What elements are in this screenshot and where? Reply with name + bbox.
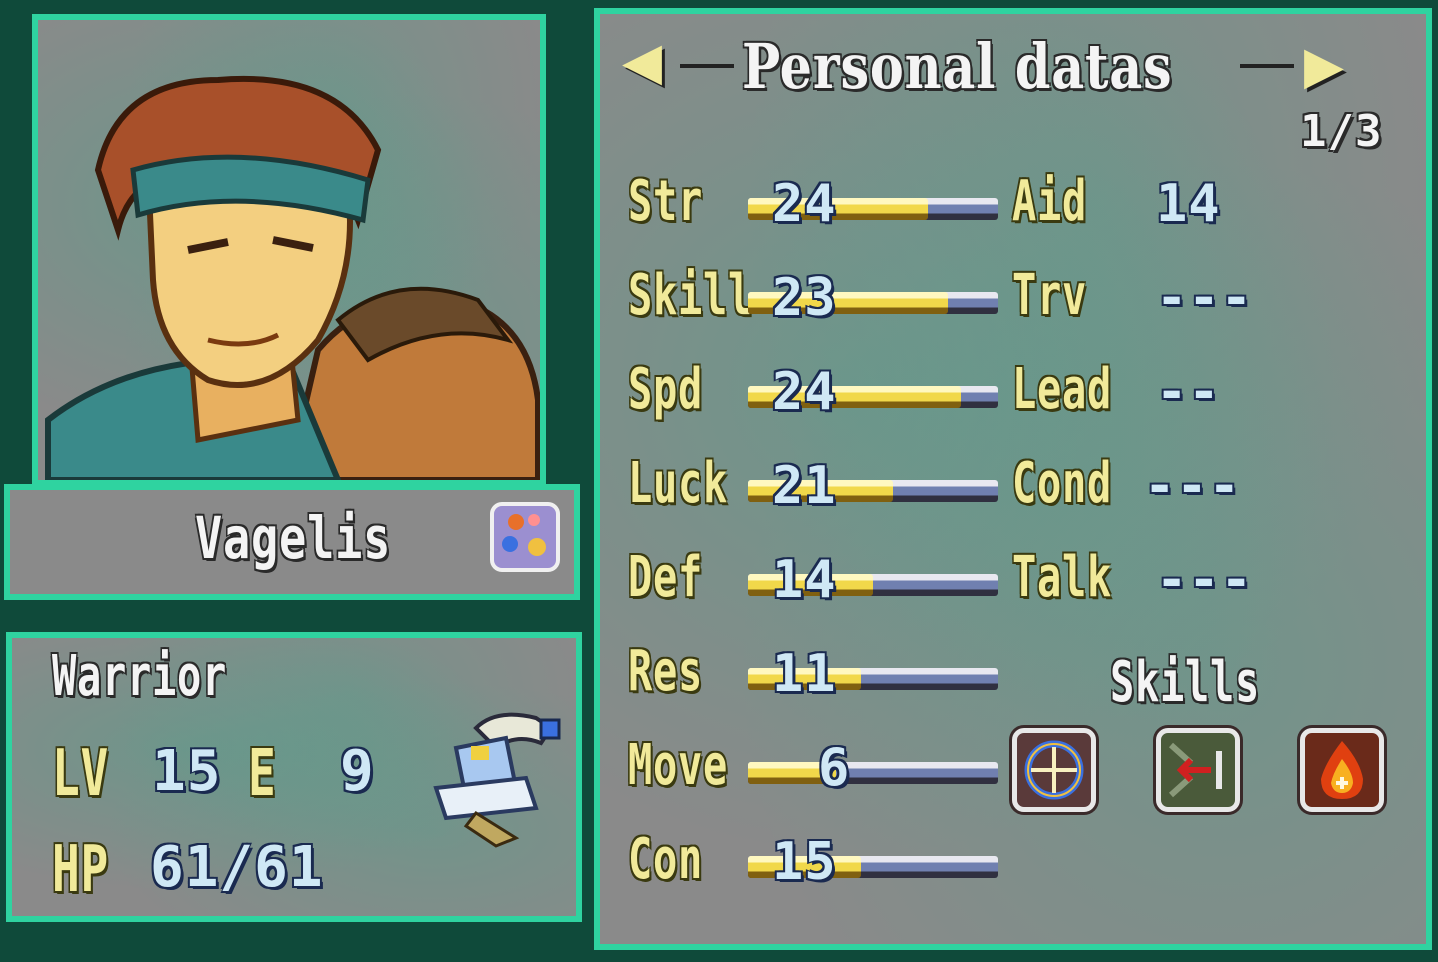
warrior-map-sprite — [433, 712, 561, 848]
header-divider-right — [1240, 64, 1294, 68]
page-title: Personal datas — [742, 30, 1173, 103]
stat-value: 23 — [772, 268, 837, 328]
info-label: Trv — [1012, 263, 1087, 328]
unit-class: Warrior — [52, 644, 227, 709]
level-label: LV — [52, 737, 109, 811]
info-label: Cond — [1012, 451, 1112, 516]
crosshair-shield-icon[interactable] — [1012, 728, 1096, 812]
info-label: Talk — [1012, 545, 1112, 610]
info-value: --- — [1144, 456, 1241, 516]
prev-page-arrow[interactable]: ◀ — [622, 36, 662, 88]
info-value: --- — [1156, 550, 1253, 610]
skills-label: Skills — [1110, 650, 1260, 715]
header-divider-left — [680, 64, 734, 68]
stat-bar — [748, 762, 998, 784]
level-value: 15 — [152, 739, 222, 804]
stat-value: 11 — [772, 644, 837, 704]
stat-value: 6 — [818, 738, 851, 798]
portrait-panel — [32, 14, 546, 486]
info-value: 14 — [1156, 174, 1221, 234]
stat-label: Str — [628, 169, 703, 234]
stat-value: 24 — [772, 174, 837, 234]
stat-label: Luck — [628, 451, 728, 516]
stat-value: 15 — [772, 832, 837, 892]
hp-label: HP — [52, 833, 109, 907]
stat-value: 14 — [772, 550, 837, 610]
info-value: -- — [1156, 362, 1221, 422]
stat-value: 21 — [772, 456, 837, 516]
next-page-arrow[interactable]: ▶ — [1304, 40, 1344, 92]
info-value: --- — [1156, 268, 1253, 328]
character-portrait — [45, 75, 540, 480]
class-panel: Warrior LV 15 E 9 HP 61/61 — [6, 632, 582, 922]
hp-value: 61/61 — [150, 835, 324, 900]
flame-icon[interactable] — [1300, 728, 1384, 812]
stat-label: Spd — [628, 357, 703, 422]
stat-label: Skill — [628, 263, 753, 328]
name-panel: Vagelis — [4, 484, 580, 600]
stat-label: Res — [628, 639, 703, 704]
stat-label: Move — [628, 733, 728, 798]
stat-value: 24 — [772, 362, 837, 422]
affinity-gem-icon — [490, 502, 560, 572]
stat-label: Con — [628, 827, 703, 892]
unit-name: Vagelis — [195, 504, 392, 572]
exp-value: 9 — [340, 739, 375, 804]
exp-label: E — [248, 737, 277, 811]
stat-label: Def — [628, 545, 703, 610]
info-label: Aid — [1012, 169, 1087, 234]
page-indicator: 1/3 — [1300, 106, 1383, 157]
info-label: Lead — [1012, 357, 1112, 422]
stats-panel: ◀ Personal datas ▶ 1/3 Str 24 Skill 23 Spd 24… — [594, 8, 1432, 950]
retreat-arrow-icon[interactable] — [1156, 728, 1240, 812]
